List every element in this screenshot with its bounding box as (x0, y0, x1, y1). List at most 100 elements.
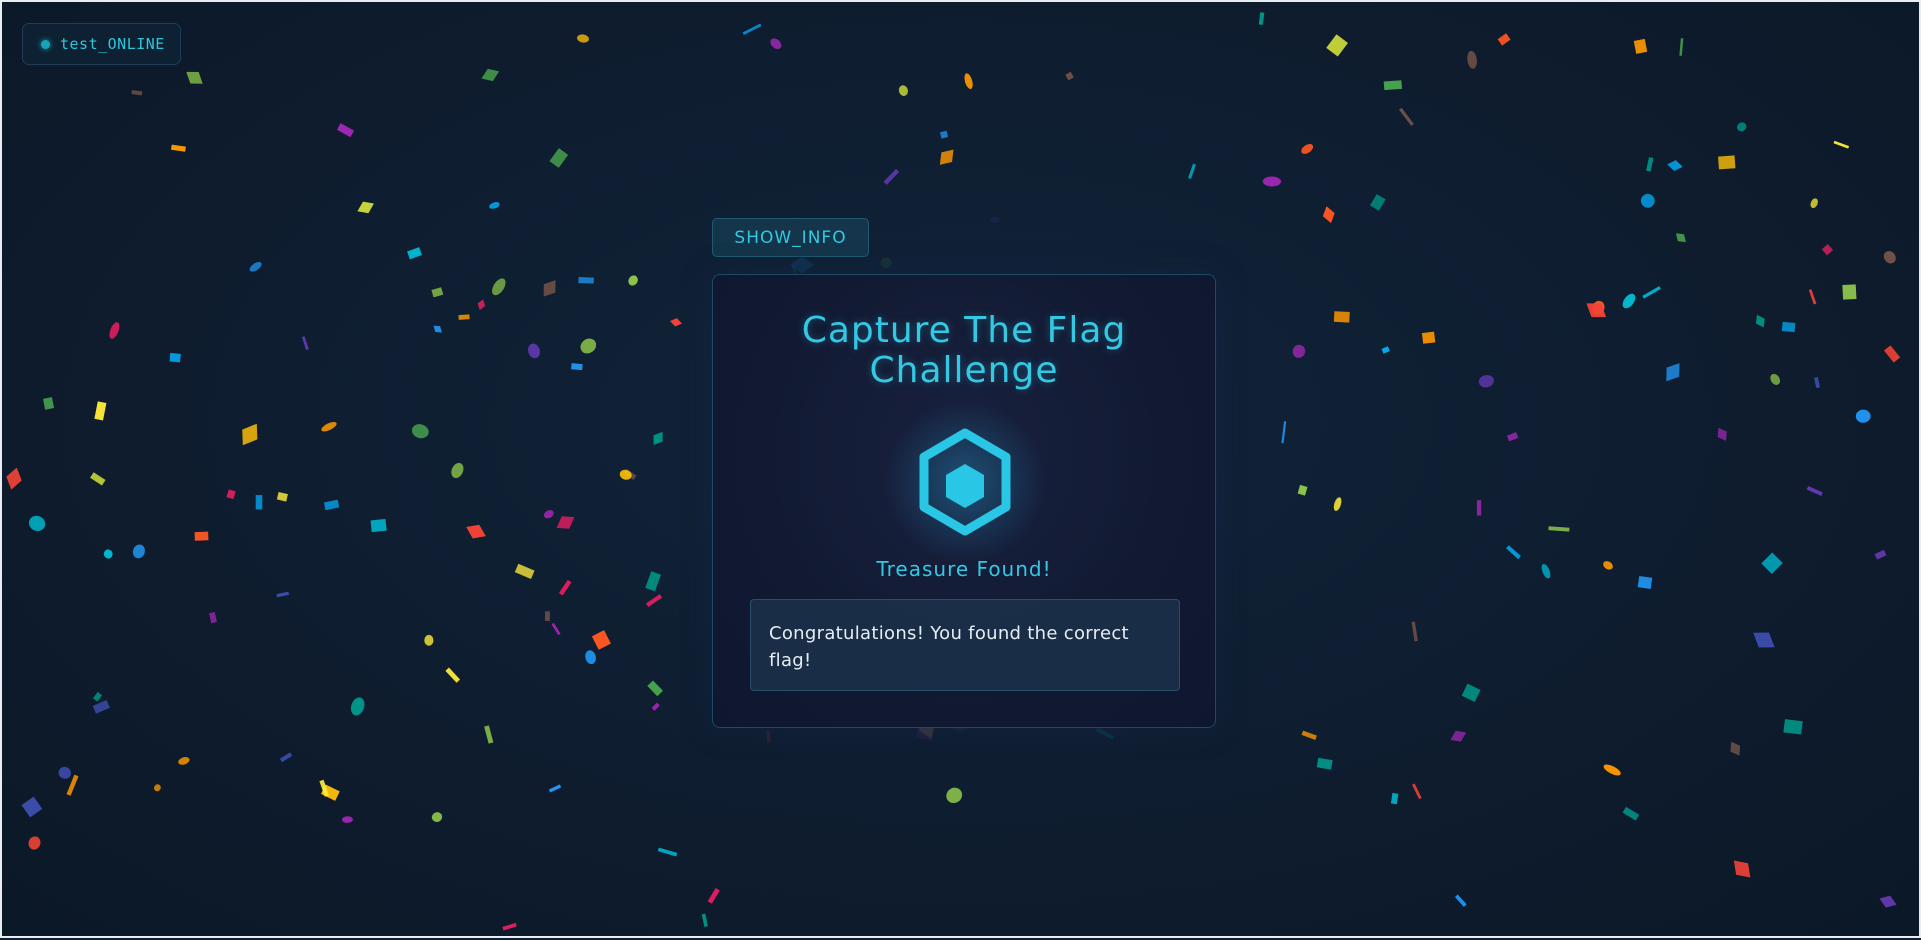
confetti-piece (1450, 730, 1467, 742)
confetti-piece (484, 725, 494, 744)
confetti-piece (549, 148, 569, 168)
confetti-piece (131, 90, 143, 96)
confetti-piece (171, 144, 186, 152)
confetti-piece (445, 667, 461, 683)
confetti-piece (1883, 250, 1896, 264)
confetti-piece (1842, 284, 1857, 300)
confetti-piece (883, 168, 900, 185)
confetti-piece (1783, 719, 1803, 735)
confetti-piece (466, 524, 486, 539)
confetti-piece (92, 699, 110, 714)
confetti-piece (492, 278, 506, 296)
confetti-piece (645, 571, 662, 592)
confetti-piece (94, 401, 107, 421)
confetti-piece (591, 630, 611, 650)
confetti-piece (451, 462, 464, 479)
hexagon-badge-icon (919, 428, 1011, 536)
confetti-piece (585, 650, 596, 665)
confetti-piece (578, 277, 594, 284)
confetti-piece (1675, 233, 1686, 243)
confetti-piece (558, 579, 572, 596)
confetti-piece (1065, 71, 1074, 81)
confetti-piece (350, 697, 365, 716)
confetti-piece (1399, 107, 1414, 126)
confetti-piece (577, 34, 589, 43)
confetti-piece (301, 336, 309, 351)
confetti-piece (1506, 432, 1519, 442)
confetti-piece (1412, 783, 1422, 800)
confetti-piece (226, 489, 236, 500)
confetti-piece (336, 123, 355, 138)
confetti-piece (1301, 730, 1317, 740)
confetti-piece (1586, 303, 1607, 318)
confetti-piece (431, 287, 444, 298)
confetti-piece (154, 784, 161, 792)
confetti-piece (6, 467, 22, 490)
confetti-piece (323, 499, 340, 511)
confetti-piece (645, 594, 663, 607)
confetti-piece (1292, 344, 1306, 358)
confetti-piece (1390, 792, 1399, 805)
confetti-piece (186, 71, 203, 84)
confetti-piece (1717, 427, 1727, 441)
confetti-piece (481, 68, 500, 82)
confetti-piece (1642, 286, 1661, 299)
confetti-piece (1095, 727, 1115, 740)
confetti-piece (514, 563, 535, 579)
confetti-piece (320, 784, 340, 801)
confetti-piece (319, 779, 329, 797)
confetti-piece (1718, 155, 1736, 170)
confetti-piece (276, 591, 289, 598)
confetti-piece (628, 275, 638, 286)
confetti-piece (242, 423, 258, 446)
confetti-piece (1855, 409, 1871, 423)
confetti-piece (1369, 194, 1386, 211)
confetti-piece (1646, 157, 1654, 172)
confetti-piece (1753, 632, 1775, 648)
confetti-piece (489, 202, 500, 209)
confetti-piece (58, 766, 72, 779)
confetti-piece (651, 702, 660, 711)
confetti-piece (770, 38, 782, 49)
confetti-piece (502, 922, 517, 931)
confetti-piece (1637, 575, 1653, 589)
confetti-piece (1821, 244, 1834, 256)
confetti-piece (90, 472, 106, 486)
confetti-piece (939, 149, 954, 165)
confetti-piece (989, 216, 1000, 223)
confetti-piece (1258, 12, 1265, 25)
show-info-button[interactable]: SHOW_INFO (712, 218, 869, 257)
confetti-piece (1667, 160, 1683, 172)
confetti-piece (623, 468, 637, 480)
confetti-piece (1761, 552, 1783, 574)
confetti-piece (1281, 421, 1287, 444)
connection-status: test_ONLINE (22, 23, 181, 65)
confetti-piece (657, 847, 678, 857)
confetti-piece (556, 516, 575, 529)
confetti-piece (1322, 206, 1335, 224)
confetti-piece (1770, 373, 1781, 385)
success-message: Congratulations! You found the correct f… (750, 599, 1180, 691)
confetti-piece (1679, 38, 1684, 56)
confetti-piece (424, 634, 434, 646)
confetti-piece (1301, 143, 1314, 154)
confetti-piece (1666, 363, 1680, 382)
confetti-piece (1603, 764, 1621, 776)
confetti-piece (580, 338, 597, 354)
confetti-piece (619, 469, 632, 480)
confetti-piece (707, 888, 720, 904)
confetti-piece (458, 314, 470, 320)
confetti-piece (1383, 80, 1402, 91)
confetti-piece (1333, 311, 1350, 323)
confetti-piece (1592, 300, 1605, 315)
confetti-piece (194, 531, 209, 541)
confetti-piece (1730, 741, 1741, 756)
confetti-piece (1806, 486, 1823, 496)
confetti-piece (898, 85, 908, 96)
ctf-result-card: Capture The Flag Challenge Treasure Foun… (712, 274, 1216, 728)
confetti-piece (411, 424, 429, 439)
confetti-piece (255, 495, 263, 510)
confetti-piece (939, 130, 949, 139)
confetti-piece (1541, 564, 1551, 579)
confetti-piece (548, 784, 562, 793)
